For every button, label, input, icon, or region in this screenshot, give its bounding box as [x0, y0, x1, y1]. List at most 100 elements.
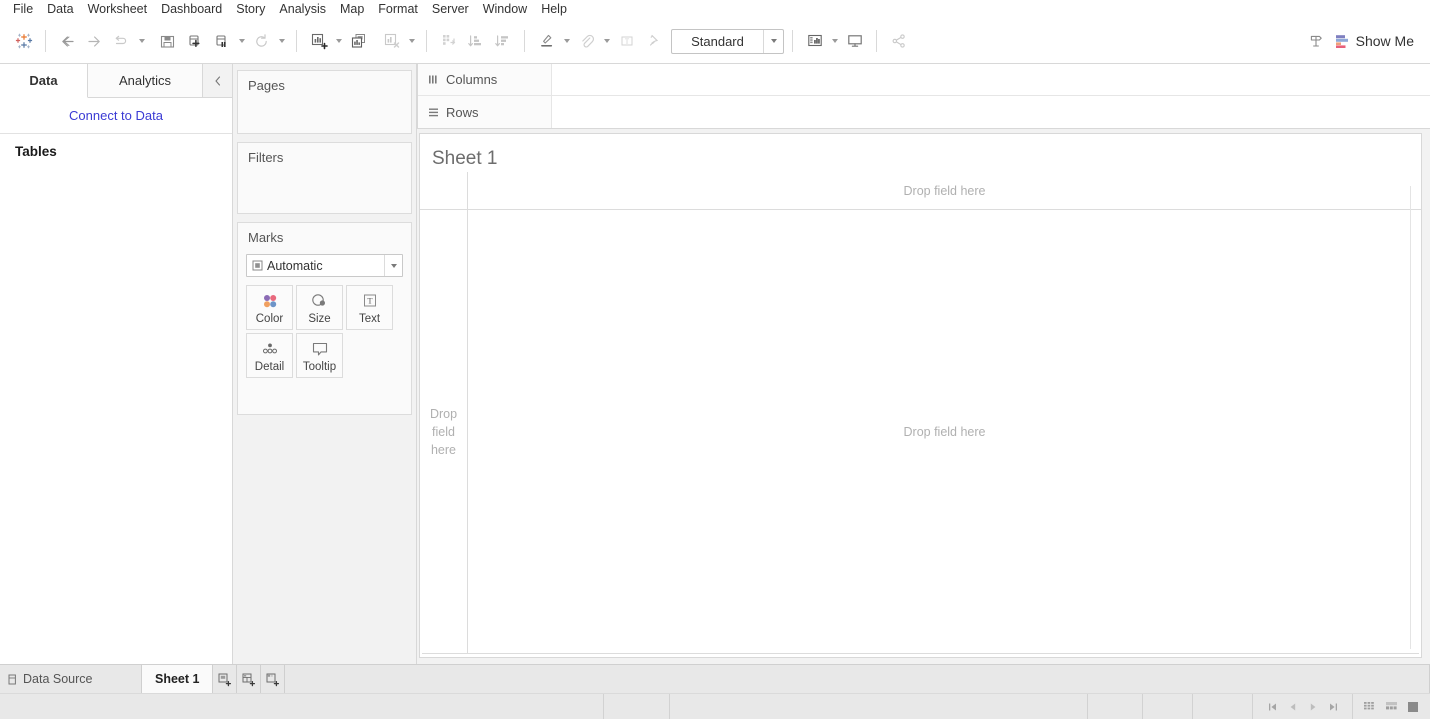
- fit-dropdown-caret[interactable]: [763, 29, 783, 53]
- menu-item-help[interactable]: Help: [534, 0, 574, 19]
- group-dropdown-caret[interactable]: [600, 28, 613, 55]
- sheet-tab-sheet-1[interactable]: Sheet 1: [142, 665, 214, 693]
- redo-arrow-icon: [115, 35, 127, 44]
- show-me-button[interactable]: Show Me: [1330, 29, 1420, 53]
- pages-card[interactable]: Pages: [237, 70, 412, 134]
- redo-dropdown-caret[interactable]: [135, 28, 148, 55]
- new-worksheet-tab-button[interactable]: [213, 665, 238, 693]
- clear-sheet-button[interactable]: [378, 28, 405, 55]
- rows-shelf-label: Rows: [418, 96, 552, 128]
- tab-analytics[interactable]: Analytics: [88, 64, 203, 97]
- data-pane-tabs: Data Analytics: [0, 64, 232, 98]
- new-dashboard-tab-button[interactable]: [237, 665, 262, 693]
- new-data-source-button[interactable]: [181, 28, 208, 55]
- view-summary-button[interactable]: [1385, 701, 1399, 713]
- presentation-pin-button[interactable]: [640, 28, 667, 55]
- row-drop-zone[interactable]: Drop field here: [420, 210, 467, 653]
- mark-type-caret[interactable]: [384, 255, 402, 276]
- status-bar: [0, 693, 1430, 719]
- status-cell-c: [1087, 694, 1142, 719]
- detail-dots-icon: [260, 339, 280, 360]
- group-members-button[interactable]: [573, 28, 600, 55]
- refresh-dropdown-caret[interactable]: [275, 28, 288, 55]
- swap-rows-columns-button[interactable]: [435, 28, 462, 55]
- save-disk-icon: [160, 35, 175, 48]
- menu-item-map[interactable]: Map: [333, 0, 371, 19]
- view-fill-button[interactable]: [1407, 701, 1420, 713]
- rows-icon: [428, 107, 446, 118]
- connect-to-data-link[interactable]: Connect to Data: [69, 108, 163, 123]
- show-mark-labels-button[interactable]: T: [613, 28, 640, 55]
- column-drop-zone[interactable]: Drop field here: [467, 172, 1421, 210]
- marks-tooltip-button[interactable]: Tooltip: [296, 333, 343, 378]
- status-cell-b: [669, 694, 1087, 719]
- menu-item-worksheet[interactable]: Worksheet: [81, 0, 155, 19]
- first-page-button[interactable]: [1268, 702, 1278, 712]
- view-mode-buttons: [1352, 694, 1430, 719]
- marks-detail-button[interactable]: Detail: [246, 333, 293, 378]
- next-page-button[interactable]: [1308, 702, 1318, 712]
- center-drop-zone[interactable]: Drop field here: [467, 210, 1421, 653]
- duplicate-sheet-button[interactable]: [345, 28, 372, 55]
- presentation-mode-button[interactable]: [841, 28, 868, 55]
- menu-item-window[interactable]: Window: [476, 0, 534, 19]
- data-source-tab[interactable]: Data Source: [0, 665, 142, 693]
- pause-auto-updates-button[interactable]: [208, 28, 235, 55]
- arrow-left-icon: [62, 35, 74, 47]
- refresh-data-source-button[interactable]: [248, 28, 275, 55]
- share-button[interactable]: [885, 28, 912, 55]
- menu-item-data[interactable]: Data: [40, 0, 80, 19]
- show-cards-button[interactable]: [801, 28, 828, 55]
- marks-color-button[interactable]: Color: [246, 285, 293, 330]
- data-pane-field-list[interactable]: [0, 168, 232, 664]
- svg-text:T: T: [624, 37, 629, 45]
- highlighter-icon: [540, 34, 552, 47]
- back-button[interactable]: [54, 28, 81, 55]
- grid-body: Drop field here Drop field here: [420, 210, 1421, 653]
- marks-size-button[interactable]: Size: [296, 285, 343, 330]
- menu-item-file[interactable]: File: [6, 0, 40, 19]
- database-pause-icon: [216, 34, 226, 47]
- mark-type-dropdown[interactable]: Automatic: [246, 254, 403, 277]
- menu-item-story[interactable]: Story: [229, 0, 272, 19]
- skip-first-icon: [1268, 703, 1276, 710]
- tab-data[interactable]: Data: [0, 64, 88, 98]
- filters-card[interactable]: Filters: [237, 142, 412, 214]
- toolbar-separator-4: [524, 30, 525, 52]
- fit-dropdown[interactable]: Standard: [671, 28, 784, 54]
- sort-descending-icon: [494, 35, 508, 47]
- new-worksheet-button[interactable]: [305, 28, 332, 55]
- menu-item-format[interactable]: Format: [371, 0, 425, 19]
- signpost-button[interactable]: [1303, 28, 1330, 55]
- pause-dropdown-caret[interactable]: [235, 28, 248, 55]
- sort-descending-button[interactable]: [489, 28, 516, 55]
- menu-item-analysis[interactable]: Analysis: [272, 0, 333, 19]
- sheet-tab-filler: [285, 665, 1430, 693]
- redo-button[interactable]: [108, 28, 135, 55]
- highlight-button[interactable]: [533, 28, 560, 55]
- new-story-tab-button[interactable]: [261, 665, 286, 693]
- cards-dropdown-caret[interactable]: [828, 28, 841, 55]
- previous-page-button[interactable]: [1288, 702, 1298, 712]
- collapse-pane-button[interactable]: [203, 64, 232, 97]
- columns-shelf[interactable]: Columns: [418, 64, 1430, 96]
- forward-button[interactable]: [81, 28, 108, 55]
- status-cell-d: [1142, 694, 1192, 719]
- columns-shelf-dropzone[interactable]: [552, 64, 1430, 95]
- menu-item-dashboard[interactable]: Dashboard: [154, 0, 229, 19]
- rows-shelf-dropzone[interactable]: [552, 96, 1430, 128]
- marks-text-button[interactable]: T Text: [346, 285, 393, 330]
- rows-shelf[interactable]: Rows: [418, 96, 1430, 128]
- save-button[interactable]: [154, 28, 181, 55]
- view-data-grid-button[interactable]: [1363, 701, 1377, 713]
- menu-item-server[interactable]: Server: [425, 0, 476, 19]
- swap-axes-icon: [442, 35, 455, 45]
- highlight-dropdown-caret[interactable]: [560, 28, 573, 55]
- data-source-icon: [8, 674, 17, 685]
- new-worksheet-dropdown-caret[interactable]: [332, 28, 345, 55]
- last-page-button[interactable]: [1328, 702, 1338, 712]
- clear-sheet-dropdown-caret[interactable]: [405, 28, 418, 55]
- tableau-home-button[interactable]: [10, 28, 37, 55]
- sheet-title[interactable]: Sheet 1: [420, 134, 1421, 172]
- sort-ascending-button[interactable]: [462, 28, 489, 55]
